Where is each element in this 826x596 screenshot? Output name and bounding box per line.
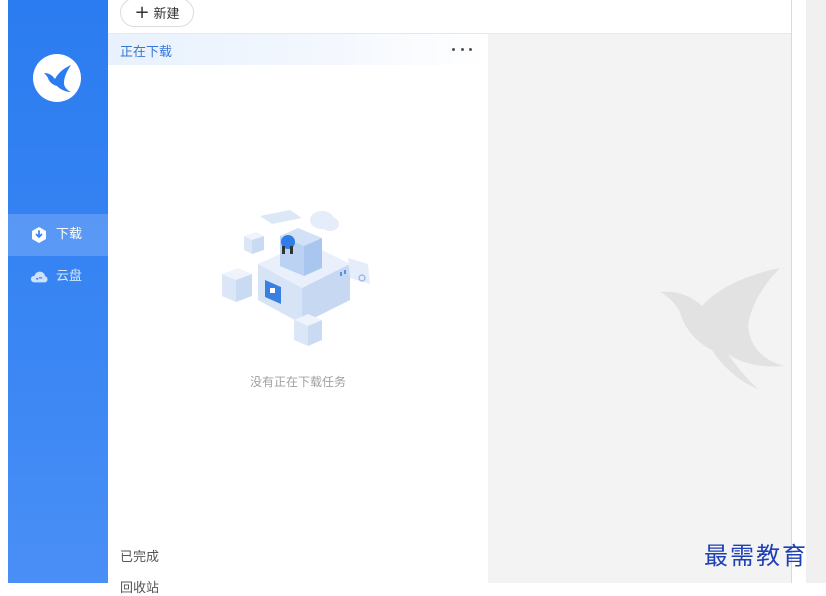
downloading-section-header[interactable]: 正在下载	[108, 34, 488, 65]
watermark-text: 最需教育	[704, 542, 808, 570]
completed-section[interactable]: 已完成	[120, 546, 159, 565]
new-task-button[interactable]: + 新建	[120, 0, 194, 27]
empty-state-illustration	[222, 210, 370, 346]
right-margin	[792, 0, 806, 583]
toolbar: + 新建	[108, 0, 791, 34]
section-title: 正在下载	[120, 45, 173, 60]
sidebar: 下载 云盘	[8, 0, 108, 583]
empty-state-message: 没有正在下载任务	[249, 375, 346, 389]
sidebar-item-label: 下载	[56, 227, 83, 242]
sidebar-item-label: 云盘	[56, 269, 83, 284]
scrollbar-track[interactable]	[806, 0, 826, 583]
app-logo	[33, 54, 81, 102]
cloud-icon	[30, 268, 48, 286]
new-task-label: 新建	[153, 7, 180, 22]
plus-icon: +	[134, 1, 150, 23]
window-edge	[0, 0, 8, 583]
more-options-icon[interactable]	[452, 41, 472, 57]
detail-panel	[488, 34, 791, 583]
download-list-panel: 正在下载 没有正在下载任务 已完成 回收站	[108, 34, 488, 596]
trash-section[interactable]: 回收站	[120, 577, 159, 596]
download-icon	[30, 226, 48, 244]
sidebar-item-cloud[interactable]: 云盘	[8, 256, 108, 298]
sidebar-item-download[interactable]: 下载	[8, 214, 108, 256]
bird-logo-icon	[44, 65, 71, 92]
bird-watermark-icon	[660, 268, 784, 389]
